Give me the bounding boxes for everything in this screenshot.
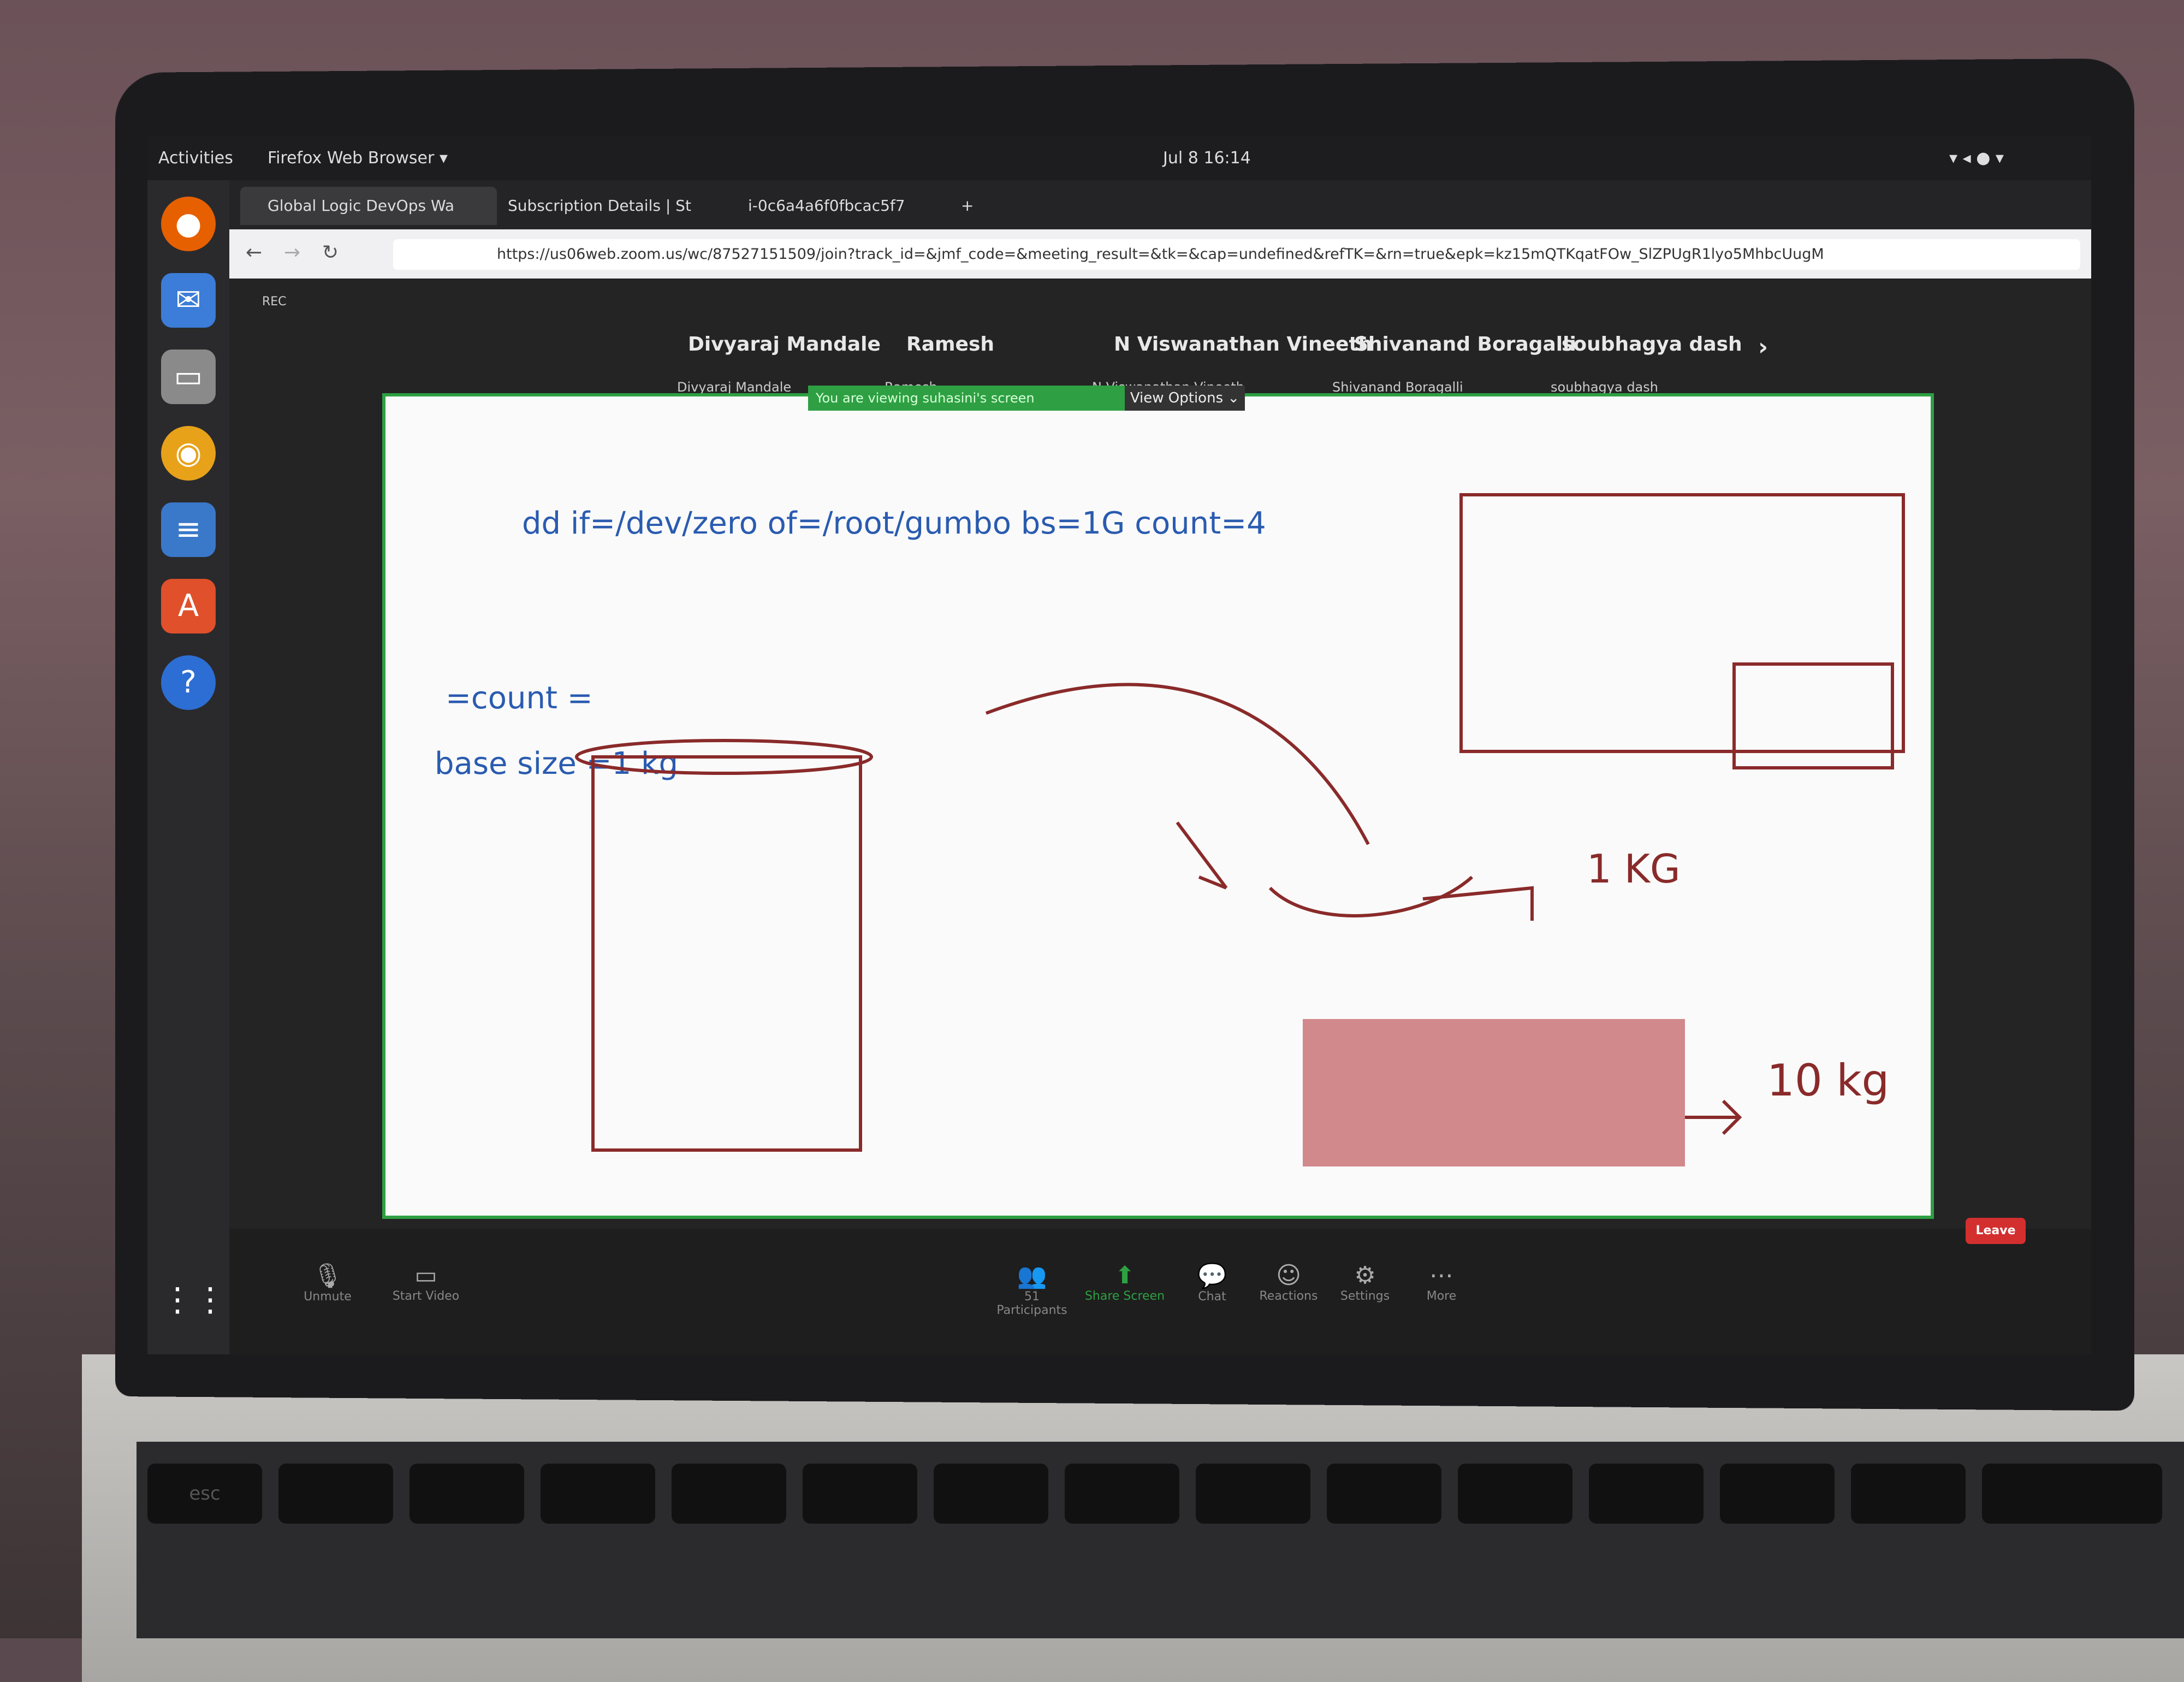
dock: ● ✉ ▭ ◉ ≡ A ? ⋮⋮⋮ xyxy=(147,180,259,1354)
key xyxy=(1851,1464,1966,1524)
system-status-icons[interactable]: ▾ ◂ ● ▾ xyxy=(1949,149,2004,168)
more-button[interactable]: ⋯ More xyxy=(1398,1262,1485,1303)
tab-title: i-0c6a4a6f0fbcac5f7 xyxy=(748,197,905,215)
participant-name: Shivanand Boragalli xyxy=(1354,333,1576,356)
clock[interactable]: Jul 8 16:14 xyxy=(1163,149,1251,168)
more-label: More xyxy=(1426,1289,1457,1303)
reload-icon[interactable]: ↻ xyxy=(322,241,339,264)
firefox-icon[interactable]: ● xyxy=(161,197,216,251)
arrow-down xyxy=(1176,821,1228,890)
forward-icon[interactable]: → xyxy=(284,241,300,264)
participant-name: Divyaraj Mandale xyxy=(688,333,881,356)
curved-arrow xyxy=(985,683,1370,845)
reactions-label: Reactions xyxy=(1259,1289,1318,1303)
key xyxy=(278,1464,393,1524)
tab-subscription[interactable]: Subscription Details | St xyxy=(480,187,737,225)
key xyxy=(410,1464,524,1524)
key xyxy=(541,1464,655,1524)
laptop-screen: Activities Firefox Web Browser ▾ Jul 8 1… xyxy=(147,137,2091,1354)
label-10kg: 10 kg xyxy=(1767,1055,1889,1106)
key: esc xyxy=(147,1464,262,1524)
key xyxy=(1327,1464,1441,1524)
participant-name: soubhagya dash xyxy=(1562,333,1742,356)
software-center-icon[interactable]: A xyxy=(161,579,216,633)
key xyxy=(1720,1464,1835,1524)
rhythmbox-icon[interactable]: ◉ xyxy=(161,426,216,481)
unmute-button[interactable]: 🎙 Unmute xyxy=(284,1262,371,1304)
firefox-window: Global Logic DevOps Wa Subscription Deta… xyxy=(229,180,2091,1354)
thunderbird-icon[interactable]: ✉ xyxy=(161,273,216,328)
zoom-meeting: REC Divyaraj Mandale Ramesh N Viswanatha… xyxy=(229,279,2091,1354)
writer-icon[interactable]: ≡ xyxy=(161,502,216,557)
system-top-bar: Activities Firefox Web Browser ▾ Jul 8 1… xyxy=(147,137,2091,180)
key xyxy=(1589,1464,1704,1524)
settings-button[interactable]: ⚙ Settings xyxy=(1321,1262,1409,1303)
whiteboard-drawing: 1 KG 10 kg xyxy=(575,493,1905,1166)
app-menu[interactable]: Firefox Web Browser ▾ xyxy=(268,149,448,168)
new-tab-button[interactable]: + xyxy=(961,187,994,225)
key xyxy=(1458,1464,1572,1524)
rec-indicator: REC xyxy=(262,295,287,309)
more-icon: ⋯ xyxy=(1429,1262,1453,1289)
show-apps-icon[interactable]: ⋮⋮⋮ xyxy=(161,1272,259,1327)
activities-button[interactable]: Activities xyxy=(158,149,233,168)
chat-label: Chat xyxy=(1198,1290,1226,1304)
container-drawing xyxy=(591,755,862,1152)
viewing-banner: You are viewing suhasini's screen xyxy=(808,386,1127,411)
participants-button[interactable]: 👥 51 Participants xyxy=(988,1262,1076,1317)
participants-icon: 👥 xyxy=(1017,1262,1047,1290)
participants-count: 51 xyxy=(1024,1290,1040,1304)
participant-name: N Viswanathan Vineeth xyxy=(1114,333,1373,356)
back-icon[interactable]: ← xyxy=(246,241,262,264)
start-video-button[interactable]: ▭ Start Video xyxy=(382,1262,470,1303)
chat-button[interactable]: 💬 Chat xyxy=(1168,1262,1256,1304)
share-screen-button[interactable]: ⬆ Share Screen xyxy=(1081,1262,1168,1303)
participant-label: soubhagya dash xyxy=(1551,380,1658,395)
settings-label: Settings xyxy=(1340,1289,1390,1303)
box-outline xyxy=(1459,493,1905,753)
reactions-button[interactable]: ☺ Reactions xyxy=(1245,1262,1332,1303)
label-1kg: 1 KG xyxy=(1587,846,1681,892)
key xyxy=(1065,1464,1179,1524)
keyboard: esc xyxy=(136,1442,2184,1638)
participants-label: Participants xyxy=(996,1304,1067,1317)
tab-title: Global Logic DevOps Wa xyxy=(268,197,455,215)
files-icon[interactable]: ▭ xyxy=(161,350,216,404)
start-video-label: Start Video xyxy=(392,1289,460,1303)
help-icon[interactable]: ? xyxy=(161,655,216,710)
zoom-toolbar: 🎙 Unmute ▭ Start Video 👥 51 Participants… xyxy=(229,1229,2091,1354)
shared-screen: dd if=/dev/zero of=/root/gumbo bs=1G cou… xyxy=(382,393,1934,1219)
view-options-button[interactable]: View Options ⌄ xyxy=(1125,386,1245,411)
tab-strip: Global Logic DevOps Wa Subscription Deta… xyxy=(229,180,2091,229)
tab-instance[interactable]: i-0c6a4a6f0fbcac5f7 xyxy=(721,187,977,225)
url-bar[interactable]: https://us06web.zoom.us/wc/87527151509/j… xyxy=(393,239,2080,270)
key xyxy=(1982,1464,2162,1524)
key xyxy=(934,1464,1048,1524)
participant-name: Ramesh xyxy=(906,333,994,356)
reactions-icon: ☺ xyxy=(1276,1262,1301,1289)
arrow-right xyxy=(1422,886,1534,921)
share-screen-icon: ⬆ xyxy=(1114,1262,1135,1289)
highlight-box xyxy=(1303,1019,1685,1166)
key xyxy=(803,1464,917,1524)
key xyxy=(1196,1464,1310,1524)
video-off-icon: ▭ xyxy=(414,1262,437,1289)
tab-title: Subscription Details | St xyxy=(508,197,691,215)
tab-zoom[interactable]: Global Logic DevOps Wa xyxy=(240,187,497,225)
key xyxy=(672,1464,786,1524)
share-screen-label: Share Screen xyxy=(1084,1289,1165,1303)
participant-label: Divyaraj Mandale xyxy=(677,380,792,395)
next-participants-icon[interactable]: › xyxy=(1758,333,1768,361)
unmute-label: Unmute xyxy=(304,1290,352,1304)
gear-icon: ⚙ xyxy=(1354,1262,1376,1289)
chat-icon: 💬 xyxy=(1197,1262,1227,1290)
mic-off-icon: 🎙 xyxy=(312,1262,343,1290)
leave-button[interactable]: Leave xyxy=(1966,1218,2026,1244)
participant-label: Shivanand Boragalli xyxy=(1332,380,1463,395)
